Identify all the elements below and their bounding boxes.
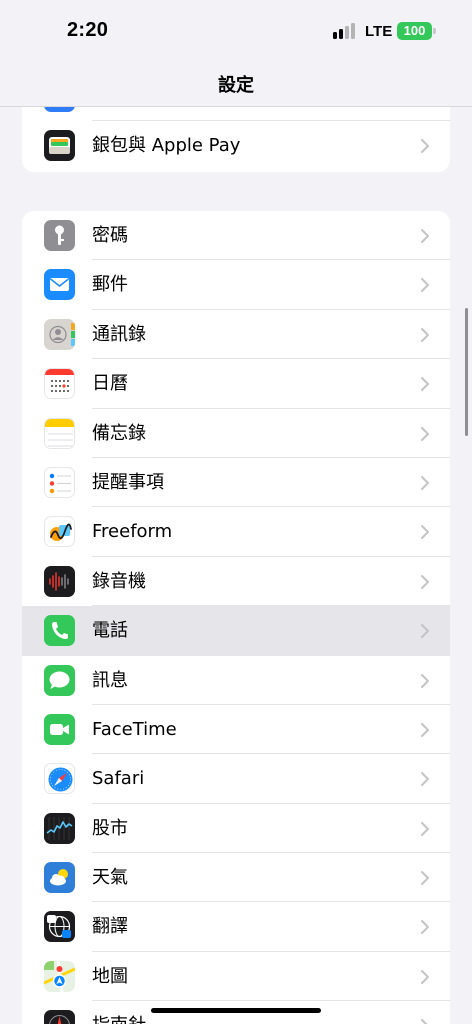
chevron-right-icon — [421, 229, 429, 243]
navigation-bar: 設定 — [0, 62, 472, 107]
wallet-icon — [44, 130, 75, 162]
settings-row-label: 天氣 — [92, 867, 128, 889]
settings-row-label: 郵件 — [92, 274, 128, 296]
cellular-signal-icon — [333, 23, 357, 41]
compass-icon — [44, 1010, 75, 1024]
settings-row-maps[interactable]: 地圖 — [22, 952, 450, 1002]
calendar-icon — [44, 368, 75, 400]
settings-list[interactable]: 銀包與 Apple Pay 密碼 郵件 通訊錄 日曆 備忘錄 提醒事項 Free… — [0, 0, 472, 1024]
settings-row-label: FaceTime — [92, 718, 177, 740]
chevron-right-icon — [421, 969, 429, 984]
network-type: LTE — [365, 23, 393, 40]
chevron-right-icon — [421, 475, 429, 490]
settings-row-label: 指南針 — [92, 1001, 146, 1024]
chevron-right-icon — [421, 624, 429, 639]
chevron-right-icon — [421, 574, 429, 589]
chevron-right-icon — [421, 525, 429, 540]
settings-row-label: 日曆 — [92, 373, 128, 395]
settings-row-label: 銀包與 Apple Pay — [92, 135, 241, 157]
settings-row-label: 錄音機 — [92, 570, 146, 592]
facetime-icon — [44, 713, 75, 745]
settings-row-facetime[interactable]: FaceTime — [22, 705, 450, 755]
chevron-right-icon — [421, 426, 429, 441]
battery-level: 100 — [403, 23, 426, 38]
weather-icon — [44, 862, 75, 894]
settings-group-apps: 密碼 郵件 通訊錄 日曆 備忘錄 提醒事項 Freeform 錄音機 電話 訊息… — [22, 211, 450, 1024]
stocks-icon — [44, 812, 75, 844]
chevron-right-icon — [421, 139, 429, 154]
settings-row-label: 提醒事項 — [92, 471, 164, 493]
notes-icon — [44, 417, 75, 449]
chevron-right-icon — [421, 278, 429, 293]
settings-row-label: 備忘錄 — [92, 422, 146, 444]
settings-row-label: 股市 — [92, 817, 128, 839]
settings-row-stocks[interactable]: 股市 — [22, 804, 450, 854]
settings-row-notes[interactable]: 備忘錄 — [22, 409, 450, 458]
freeform-icon — [44, 516, 75, 548]
chevron-right-icon — [421, 772, 429, 787]
settings-row-wallet[interactable]: 銀包與 Apple Pay — [22, 121, 450, 170]
settings-row-label: Safari — [92, 768, 145, 790]
settings-row-safari[interactable]: Safari — [22, 754, 450, 804]
safari-icon — [44, 763, 75, 795]
key-icon — [44, 220, 75, 251]
chevron-right-icon — [421, 821, 429, 836]
status-time: 2:20 — [67, 19, 109, 41]
chevron-right-icon — [421, 722, 429, 737]
chevron-right-icon — [421, 327, 429, 342]
voice-memos-icon — [44, 565, 75, 597]
settings-row-reminders[interactable]: 提醒事項 — [22, 458, 450, 508]
settings-row-label: 訊息 — [92, 669, 128, 691]
settings-row-label: 電話 — [92, 620, 128, 642]
page-title: 設定 — [218, 75, 254, 96]
chevron-right-icon — [421, 871, 429, 886]
battery-icon: 100 — [397, 22, 432, 40]
settings-row-calendar[interactable]: 日曆 — [22, 359, 450, 409]
chevron-right-icon — [421, 377, 429, 392]
home-indicator[interactable] — [151, 1008, 321, 1013]
contacts-icon — [44, 318, 75, 350]
settings-row-label: 地圖 — [92, 965, 128, 987]
settings-row-phone[interactable]: 電話 — [22, 606, 450, 656]
settings-row-passwords[interactable]: 密碼 — [22, 211, 450, 261]
chevron-right-icon — [421, 920, 429, 935]
battery-tip — [433, 28, 436, 34]
chevron-right-icon — [421, 1019, 428, 1024]
status-bar: 2:20 LTE 100 — [0, 0, 472, 62]
settings-row-label: 翻譯 — [92, 916, 128, 938]
mail-icon — [44, 269, 75, 301]
maps-icon — [44, 960, 75, 992]
settings-row-label: 密碼 — [92, 225, 128, 246]
phone-icon — [44, 615, 75, 647]
settings-row-voice-memos[interactable]: 錄音機 — [22, 557, 450, 607]
translate-icon — [44, 911, 75, 943]
reminders-icon — [44, 466, 75, 498]
settings-row-mail[interactable]: 郵件 — [22, 260, 450, 310]
settings-row-freeform[interactable]: Freeform — [22, 507, 450, 557]
settings-row-label: 通訊錄 — [92, 323, 146, 345]
settings-row-translate[interactable]: 翻譯 — [22, 902, 450, 952]
settings-row-messages[interactable]: 訊息 — [22, 656, 450, 705]
scroll-indicator[interactable] — [465, 308, 468, 436]
chevron-right-icon — [421, 673, 429, 688]
settings-row-label: Freeform — [92, 521, 173, 543]
messages-icon — [44, 664, 75, 696]
settings-row-contacts[interactable]: 通訊錄 — [22, 310, 450, 360]
settings-row-weather[interactable]: 天氣 — [22, 853, 450, 903]
